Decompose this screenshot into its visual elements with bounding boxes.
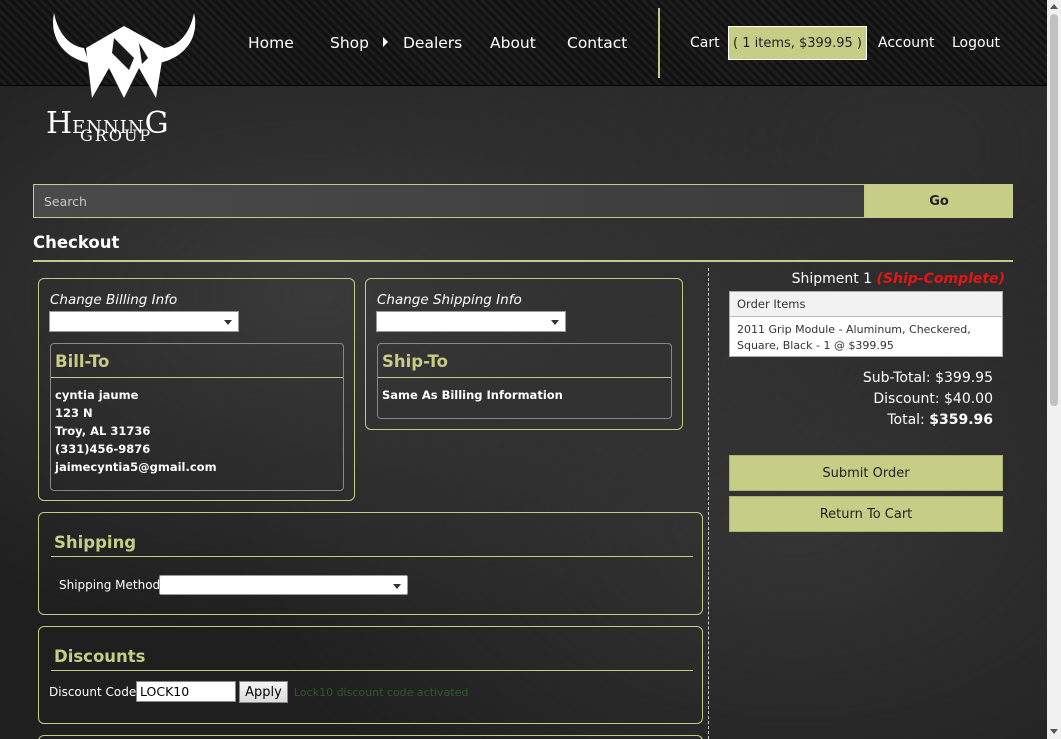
shipping-method-select[interactable] [159,575,408,595]
total-row: Total: $359.96 [887,412,993,428]
chevron-down-icon [393,584,401,589]
discounts-panel: Discounts Discount Code: LOCK10 Apply Lo… [38,626,703,724]
billing-email: jaimecyntia5@gmail.com [55,460,217,474]
logo-letter-h: H [46,106,73,141]
title-divider [33,260,1013,262]
scroll-down-arrow-icon[interactable] [1050,729,1058,734]
nav-account[interactable]: Account [878,35,935,51]
bill-to-rule [51,377,343,378]
billing-address: cyntia jaume 123 N Troy, AL 31736 (331)4… [55,386,217,476]
return-to-cart-button[interactable]: Return To Cart [729,496,1003,532]
henning-group-logo[interactable]: HENNING GROUP [44,8,209,153]
shipment-label: Shipment 1 [791,271,873,287]
shipping-method-panel: Shipping Shipping Method: [38,512,703,615]
ship-to-text: Same As Billing Information [382,388,563,402]
subtotal-label: Sub-Total: [862,370,931,386]
chevron-down-icon [224,320,232,325]
ship-to-box: Ship-To Same As Billing Information [377,343,672,419]
cart-summary-badge[interactable]: ( 1 items, $399.95 ) [728,26,867,60]
discounts-rule [51,670,693,671]
nav-home[interactable]: Home [248,34,294,52]
shipping-select[interactable] [376,311,566,332]
ship-to-heading: Ship-To [382,352,448,371]
nav-contact[interactable]: Contact [567,34,627,52]
discount-code-input[interactable]: LOCK10 [136,681,236,702]
nav-logout[interactable]: Logout [952,35,1000,51]
billing-panel: Change Billing Info Bill-To cyntia jaume… [38,278,355,501]
shipment-title: Shipment 1 (Ship-Complete) [792,271,1005,287]
discount-row: Discount: $40.00 [873,391,993,407]
bill-to-box: Bill-To cyntia jaume 123 N Troy, AL 3173… [50,343,344,491]
shipping-rule [51,556,693,557]
order-items-box: Order Items 2011 Grip Module - Aluminum,… [729,291,1003,357]
discounts-heading: Discounts [54,647,146,666]
billing-phone: (331)456-9876 [55,442,151,456]
scroll-up-arrow-icon[interactable] [1050,4,1058,9]
discount-value: $40.00 [944,391,993,407]
column-divider [708,268,709,739]
nav-dealers[interactable]: Dealers [403,34,462,52]
discount-code-label: Discount Code: [49,685,141,699]
billing-select[interactable] [49,311,239,332]
billing-city: Troy, AL 31736 [55,424,151,438]
shipping-info-panel: Change Shipping Info Ship-To Same As Bil… [365,278,683,430]
search-go-button[interactable]: Go [865,184,1013,218]
nav-cart[interactable]: Cart [690,35,720,51]
subtotal-row: Sub-Total: $399.95 [863,370,993,386]
search-input[interactable] [33,184,865,218]
order-items-header: Order Items [730,292,1002,317]
page-title: Checkout [33,233,120,252]
billing-name: cyntia jaume [55,388,139,402]
change-shipping-label: Change Shipping Info [377,292,522,308]
submit-order-button[interactable]: Submit Order [729,455,1003,491]
total-value: $359.96 [929,412,993,428]
shipping-method-label: Shipping Method: [59,578,165,592]
change-billing-label: Change Billing Info [50,292,178,308]
chevron-down-icon [551,320,559,325]
logo-group-text: GROUP [80,126,153,145]
total-label: Total: [887,412,925,428]
order-item-line: 2011 Grip Module - Aluminum, Checkered, … [737,323,971,352]
ship-to-rule [378,377,671,378]
bill-to-heading: Bill-To [55,352,110,371]
shop-submenu-caret-icon[interactable] [383,37,388,47]
discount-status-message: Lock10 discount code activated [294,686,469,699]
next-panel-edge [38,735,703,739]
page-scrollbar[interactable] [1047,0,1061,739]
nav-shop[interactable]: Shop [330,34,369,52]
shipping-heading: Shipping [54,533,137,552]
subtotal-value: $399.95 [935,370,993,386]
discount-label: Discount: [873,391,940,407]
billing-street: 123 N [55,406,93,420]
nav-divider [658,8,660,78]
viking-helmet-icon [53,13,196,98]
scrollbar-thumb[interactable] [1050,14,1058,406]
apply-discount-button[interactable]: Apply [239,681,288,703]
nav-about[interactable]: About [490,34,536,52]
ship-complete-badge: (Ship-Complete) [876,271,1005,287]
